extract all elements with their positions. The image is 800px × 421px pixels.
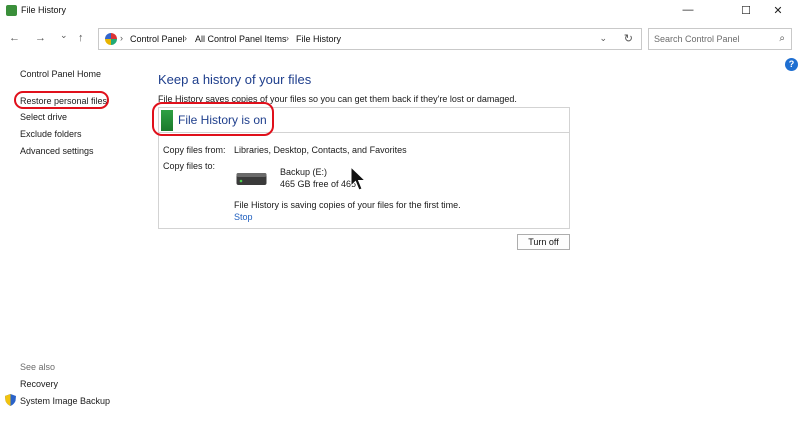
breadcrumb-control-panel[interactable]: Control Panel (130, 34, 185, 44)
highlight-circle (14, 91, 109, 109)
close-button[interactable]: ✕ (756, 0, 800, 20)
highlight-circle (152, 102, 274, 136)
advanced-settings-link[interactable]: Advanced settings (20, 146, 94, 156)
select-drive-link[interactable]: Select drive (20, 112, 67, 122)
address-bar[interactable]: › Control Panel › All Control Panel Item… (98, 28, 642, 50)
breadcrumb-file-history[interactable]: File History (296, 34, 341, 44)
exclude-folders-link[interactable]: Exclude folders (20, 129, 82, 139)
stop-link[interactable]: Stop (234, 212, 253, 222)
breadcrumb-separator: › (286, 33, 289, 43)
saving-message: File History is saving copies of your fi… (234, 200, 461, 210)
help-icon[interactable]: ? (785, 58, 798, 71)
back-button[interactable]: ← (9, 32, 20, 44)
copy-to-label: Copy files to: (163, 161, 216, 171)
minimize-button[interactable]: — (666, 0, 710, 20)
breadcrumb-separator: › (120, 33, 123, 43)
search-icon[interactable]: ⌕ (779, 33, 785, 44)
page-title: Keep a history of your files (158, 72, 312, 87)
recovery-link[interactable]: Recovery (20, 379, 58, 389)
turn-off-button[interactable]: Turn off (517, 234, 570, 250)
system-image-backup-link[interactable]: System Image Backup (20, 396, 110, 406)
navigation-bar: ← → ⌄ ↑ › Control Panel › All Control Pa… (0, 24, 800, 54)
chevron-down-icon[interactable]: ⌄ (599, 33, 607, 44)
control-panel-icon (105, 33, 117, 45)
search-input[interactable]: Search Control Panel (654, 34, 740, 44)
drive-name: Backup (E:) (280, 167, 328, 177)
refresh-icon[interactable]: ↻ (624, 32, 633, 45)
hard-drive-icon (236, 173, 267, 185)
drive-free-space: 465 GB free of 465 (280, 179, 357, 189)
window-title: File History (21, 5, 67, 15)
copy-from-label: Copy files from: (163, 145, 226, 155)
title-bar: File History — ☐ ✕ (0, 0, 800, 22)
breadcrumb-separator: › (184, 33, 187, 43)
up-button[interactable]: ↑ (78, 32, 84, 44)
control-panel-home-link[interactable]: Control Panel Home (20, 69, 101, 79)
file-history-icon (6, 5, 17, 16)
search-box[interactable]: Search Control Panel ⌕ (648, 28, 792, 50)
breadcrumb-all-items[interactable]: All Control Panel Items (195, 34, 287, 44)
uac-shield-icon (5, 394, 16, 406)
copy-from-value: Libraries, Desktop, Contacts, and Favori… (234, 145, 407, 155)
recent-locations-button[interactable]: ⌄ (60, 30, 68, 41)
forward-button[interactable]: → (35, 32, 46, 44)
see-also-title: See also (20, 362, 56, 372)
mouse-pointer-icon (350, 166, 367, 191)
